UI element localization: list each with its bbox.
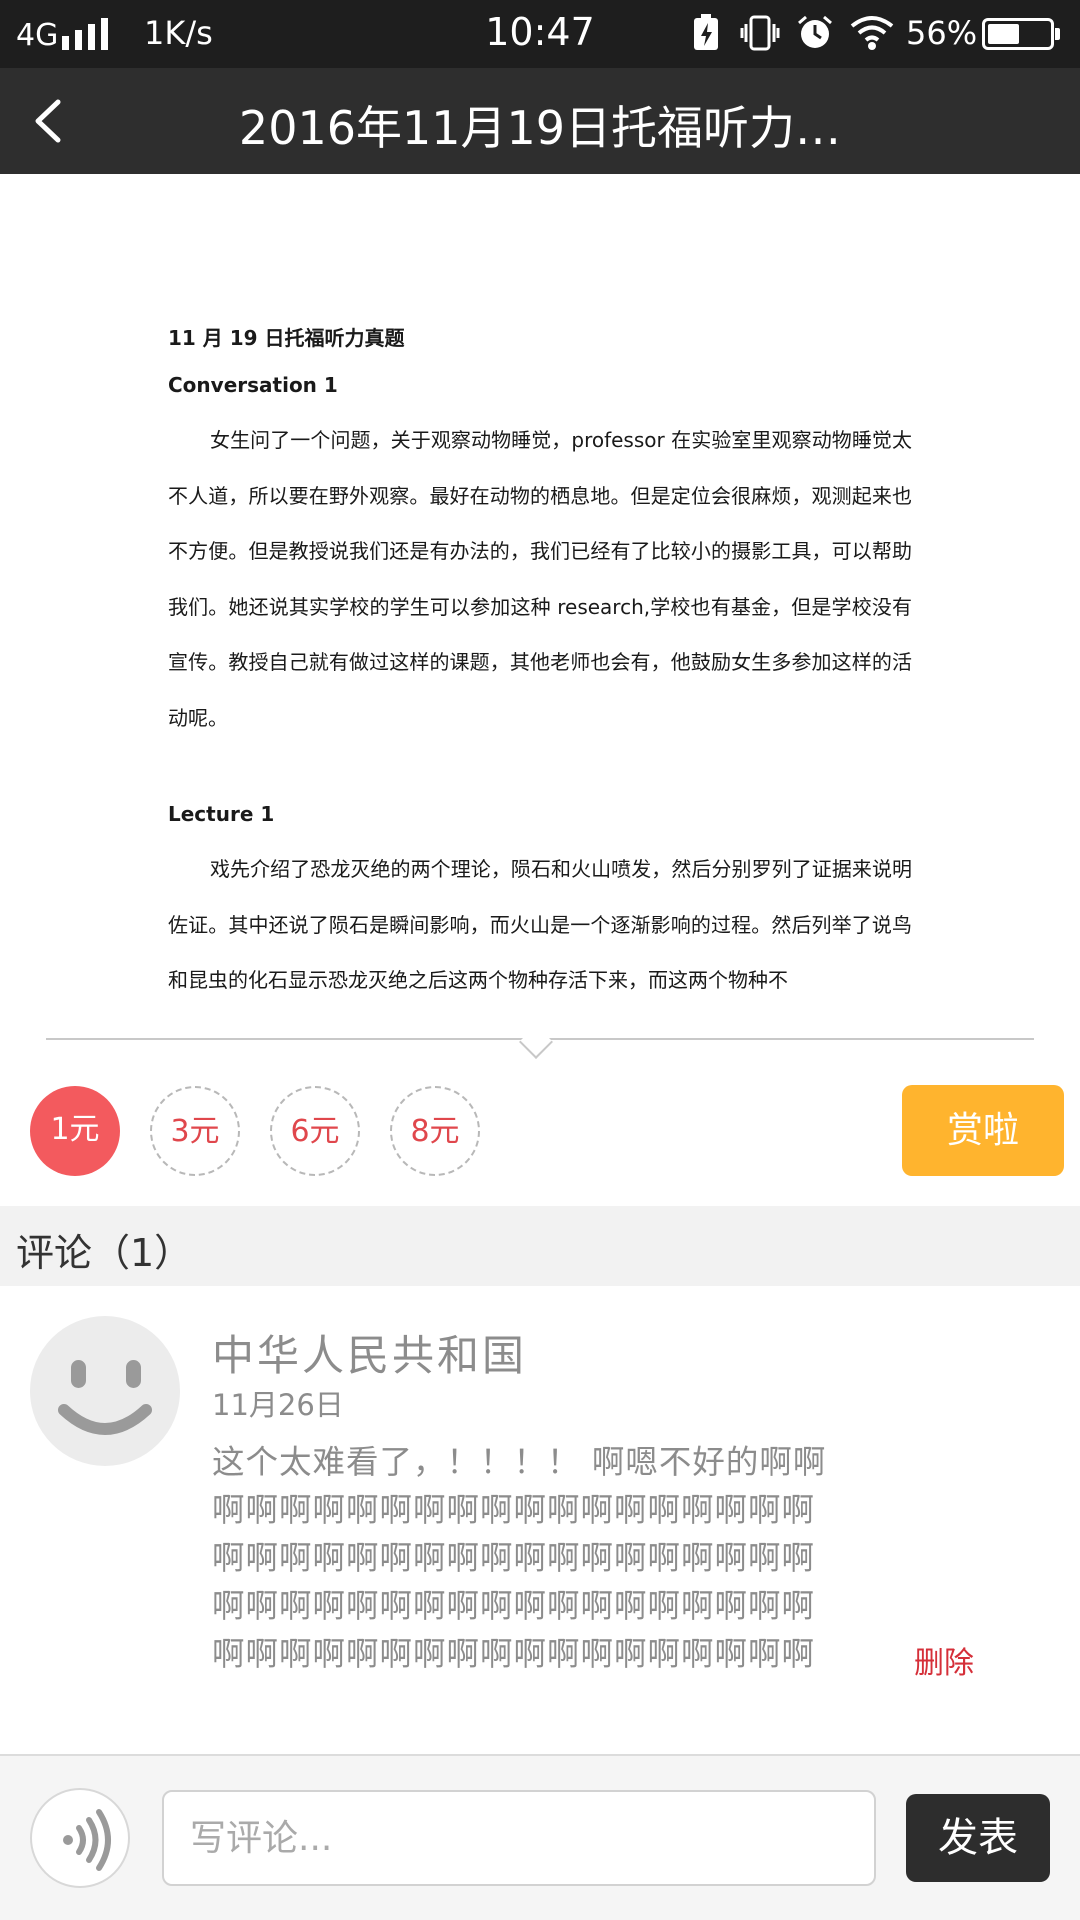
send-button[interactable]: 发表 [906, 1794, 1050, 1882]
battery-icon [982, 18, 1060, 50]
comment-text: 这个太难看了，！！！！ 啊嗯不好的啊啊啊啊啊啊啊啊啊啊啊啊啊啊啊啊啊啊啊啊啊啊啊… [212, 1443, 827, 1673]
voice-input-button[interactable] [30, 1788, 130, 1888]
page-title: 2016年11月19日托福听力… [238, 101, 842, 155]
document-preview[interactable]: 11 月 19 日托福听力真题 Conversation 1 女生问了一个问题，… [0, 174, 1080, 1012]
alarm-icon [798, 15, 832, 48]
battery-level [988, 24, 1019, 44]
document-page: 11 月 19 日托福听力真题 Conversation 1 女生问了一个问题，… [168, 322, 912, 1009]
status-bar: 4G 1K/s 10:47 56% [0, 0, 1080, 68]
section-text: 女生问了一个问题，关于观察动物睡觉，professor 在实验室里观察动物睡觉太… [168, 428, 912, 730]
delete-comment-button[interactable]: 删除 [914, 1638, 974, 1682]
comments-header: 评论（1） [0, 1206, 1080, 1286]
reward-option-6[interactable]: 6元 [270, 1086, 360, 1176]
section-text: 戏先介绍了恐龙灭绝的两个理论，陨石和火山喷发，然后分别罗列了证据来说明佐证。其中… [168, 857, 912, 992]
smiley-face-icon [58, 1360, 152, 1435]
document-heading: 11 月 19 日托福听力真题 [168, 326, 405, 350]
section-title: Lecture 1 [168, 802, 275, 826]
vibrate-icon [740, 15, 780, 51]
comments-count: 评论（1） [16, 1231, 193, 1275]
comment-author: 中华人民共和国 [212, 1331, 528, 1380]
caret-down-icon [519, 1025, 553, 1059]
avatar[interactable] [30, 1316, 180, 1466]
reward-option-3[interactable]: 3元 [150, 1086, 240, 1176]
wifi-icon [850, 16, 894, 50]
battery-percent: 56% [906, 14, 978, 52]
chevron-left-icon[interactable] [24, 94, 78, 148]
reward-option-8[interactable]: 8元 [390, 1086, 480, 1176]
comment-date: 11月26日 [212, 1388, 344, 1422]
comment-input[interactable] [162, 1790, 876, 1886]
top-nav-bar: 2016年11月19日托福听力… [0, 68, 1080, 174]
reward-option-1[interactable]: 1元 [30, 1086, 120, 1176]
charging-icon [694, 14, 718, 50]
voice-icon [63, 1809, 111, 1871]
tip-button[interactable]: 赏啦 [902, 1085, 1064, 1176]
section-title: Conversation 1 [168, 373, 338, 397]
comment-input-bar: 发表 [0, 1754, 1080, 1920]
